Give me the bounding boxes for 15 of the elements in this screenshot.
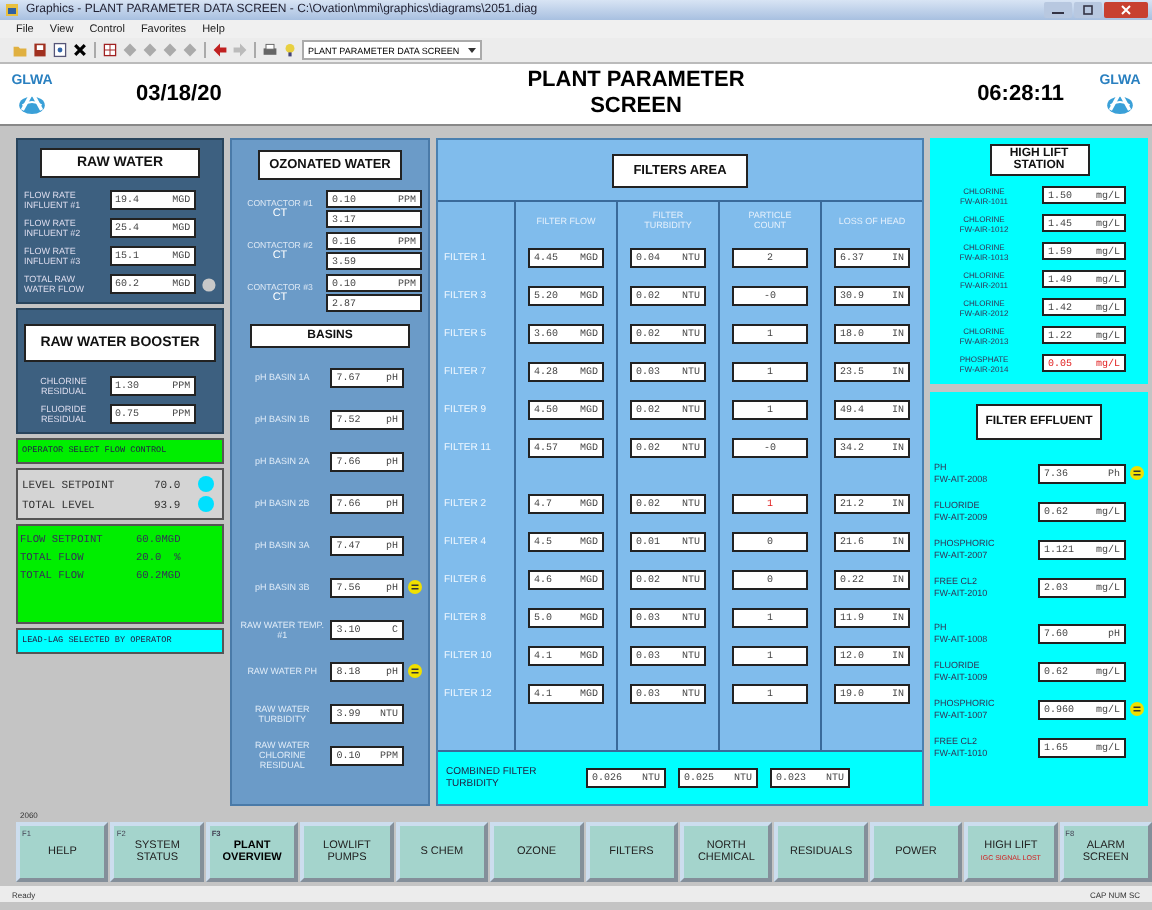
- grid-icon[interactable]: [102, 42, 118, 58]
- date-text: 03/18/20: [136, 82, 224, 106]
- close-icon[interactable]: [72, 42, 88, 58]
- time-text: 06:28:11: [975, 82, 1064, 106]
- document-icon[interactable]: [32, 42, 48, 58]
- app-icon: [4, 2, 20, 18]
- maximize-icon[interactable]: [1074, 2, 1102, 18]
- status-indicator-icon: [202, 277, 216, 291]
- minimize-icon[interactable]: [1044, 2, 1072, 18]
- page-icon[interactable]: [52, 42, 68, 58]
- lightbulb-icon[interactable]: [282, 42, 298, 58]
- screen-title: PLANT PARAMETER SCREEN: [525, 68, 747, 120]
- caret-icon[interactable]: [465, 44, 478, 56]
- printer-icon[interactable]: [262, 42, 278, 58]
- back-arrow-icon[interactable]: [212, 42, 228, 58]
